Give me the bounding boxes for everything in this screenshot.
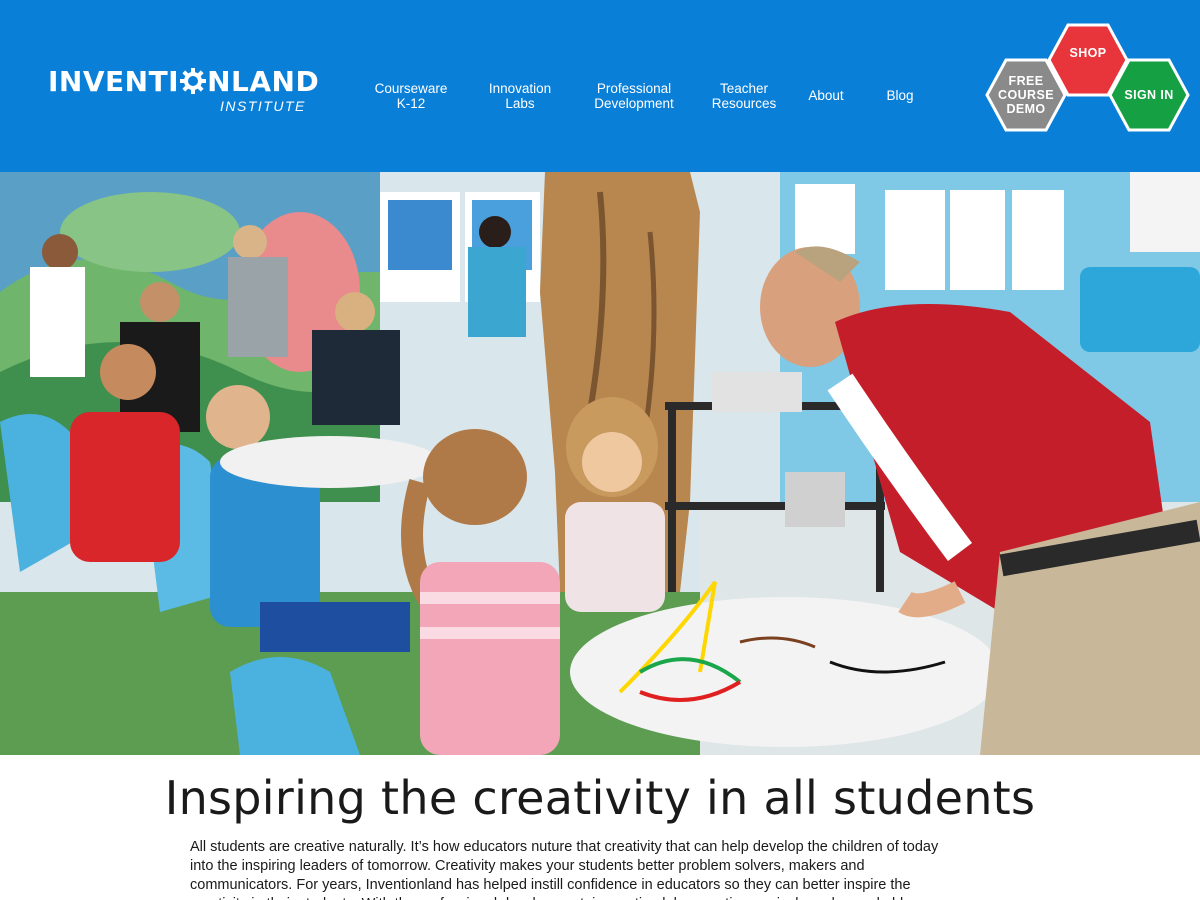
nav-innovation-labs[interactable]: Innovation Labs [480, 81, 560, 111]
logo-subtitle: INSTITUTE [220, 98, 306, 114]
hero-photo [0, 172, 1200, 755]
gear-icon [180, 68, 207, 94]
nav-about[interactable]: About [800, 88, 852, 103]
page-headline: Inspiring the creativity in all students [164, 771, 1036, 825]
nav-courseware[interactable]: Courseware K-12 [368, 81, 454, 111]
logo-text-right: NLAND [207, 65, 320, 98]
nav-teacher-resources[interactable]: Teacher Resources [706, 81, 782, 111]
intro-paragraph: All students are creative naturally. It’… [190, 839, 939, 900]
nav-blog[interactable]: Blog [878, 88, 922, 103]
site-header: INVENTI NLAND INSTITUTE Courseware K-12 … [0, 0, 1200, 172]
logo-text-left: INVENTI [48, 65, 180, 98]
inventionland-logo[interactable]: INVENTI NLAND INSTITUTE [48, 65, 319, 118]
nav-professional-development[interactable]: Professional Development [586, 81, 682, 111]
classroom-photo [0, 172, 1200, 755]
sign-in-button[interactable]: SIGN IN [1108, 58, 1190, 132]
cta-hexagons: FREE COURSE DEMO SHOP SIGN IN [980, 18, 1195, 136]
